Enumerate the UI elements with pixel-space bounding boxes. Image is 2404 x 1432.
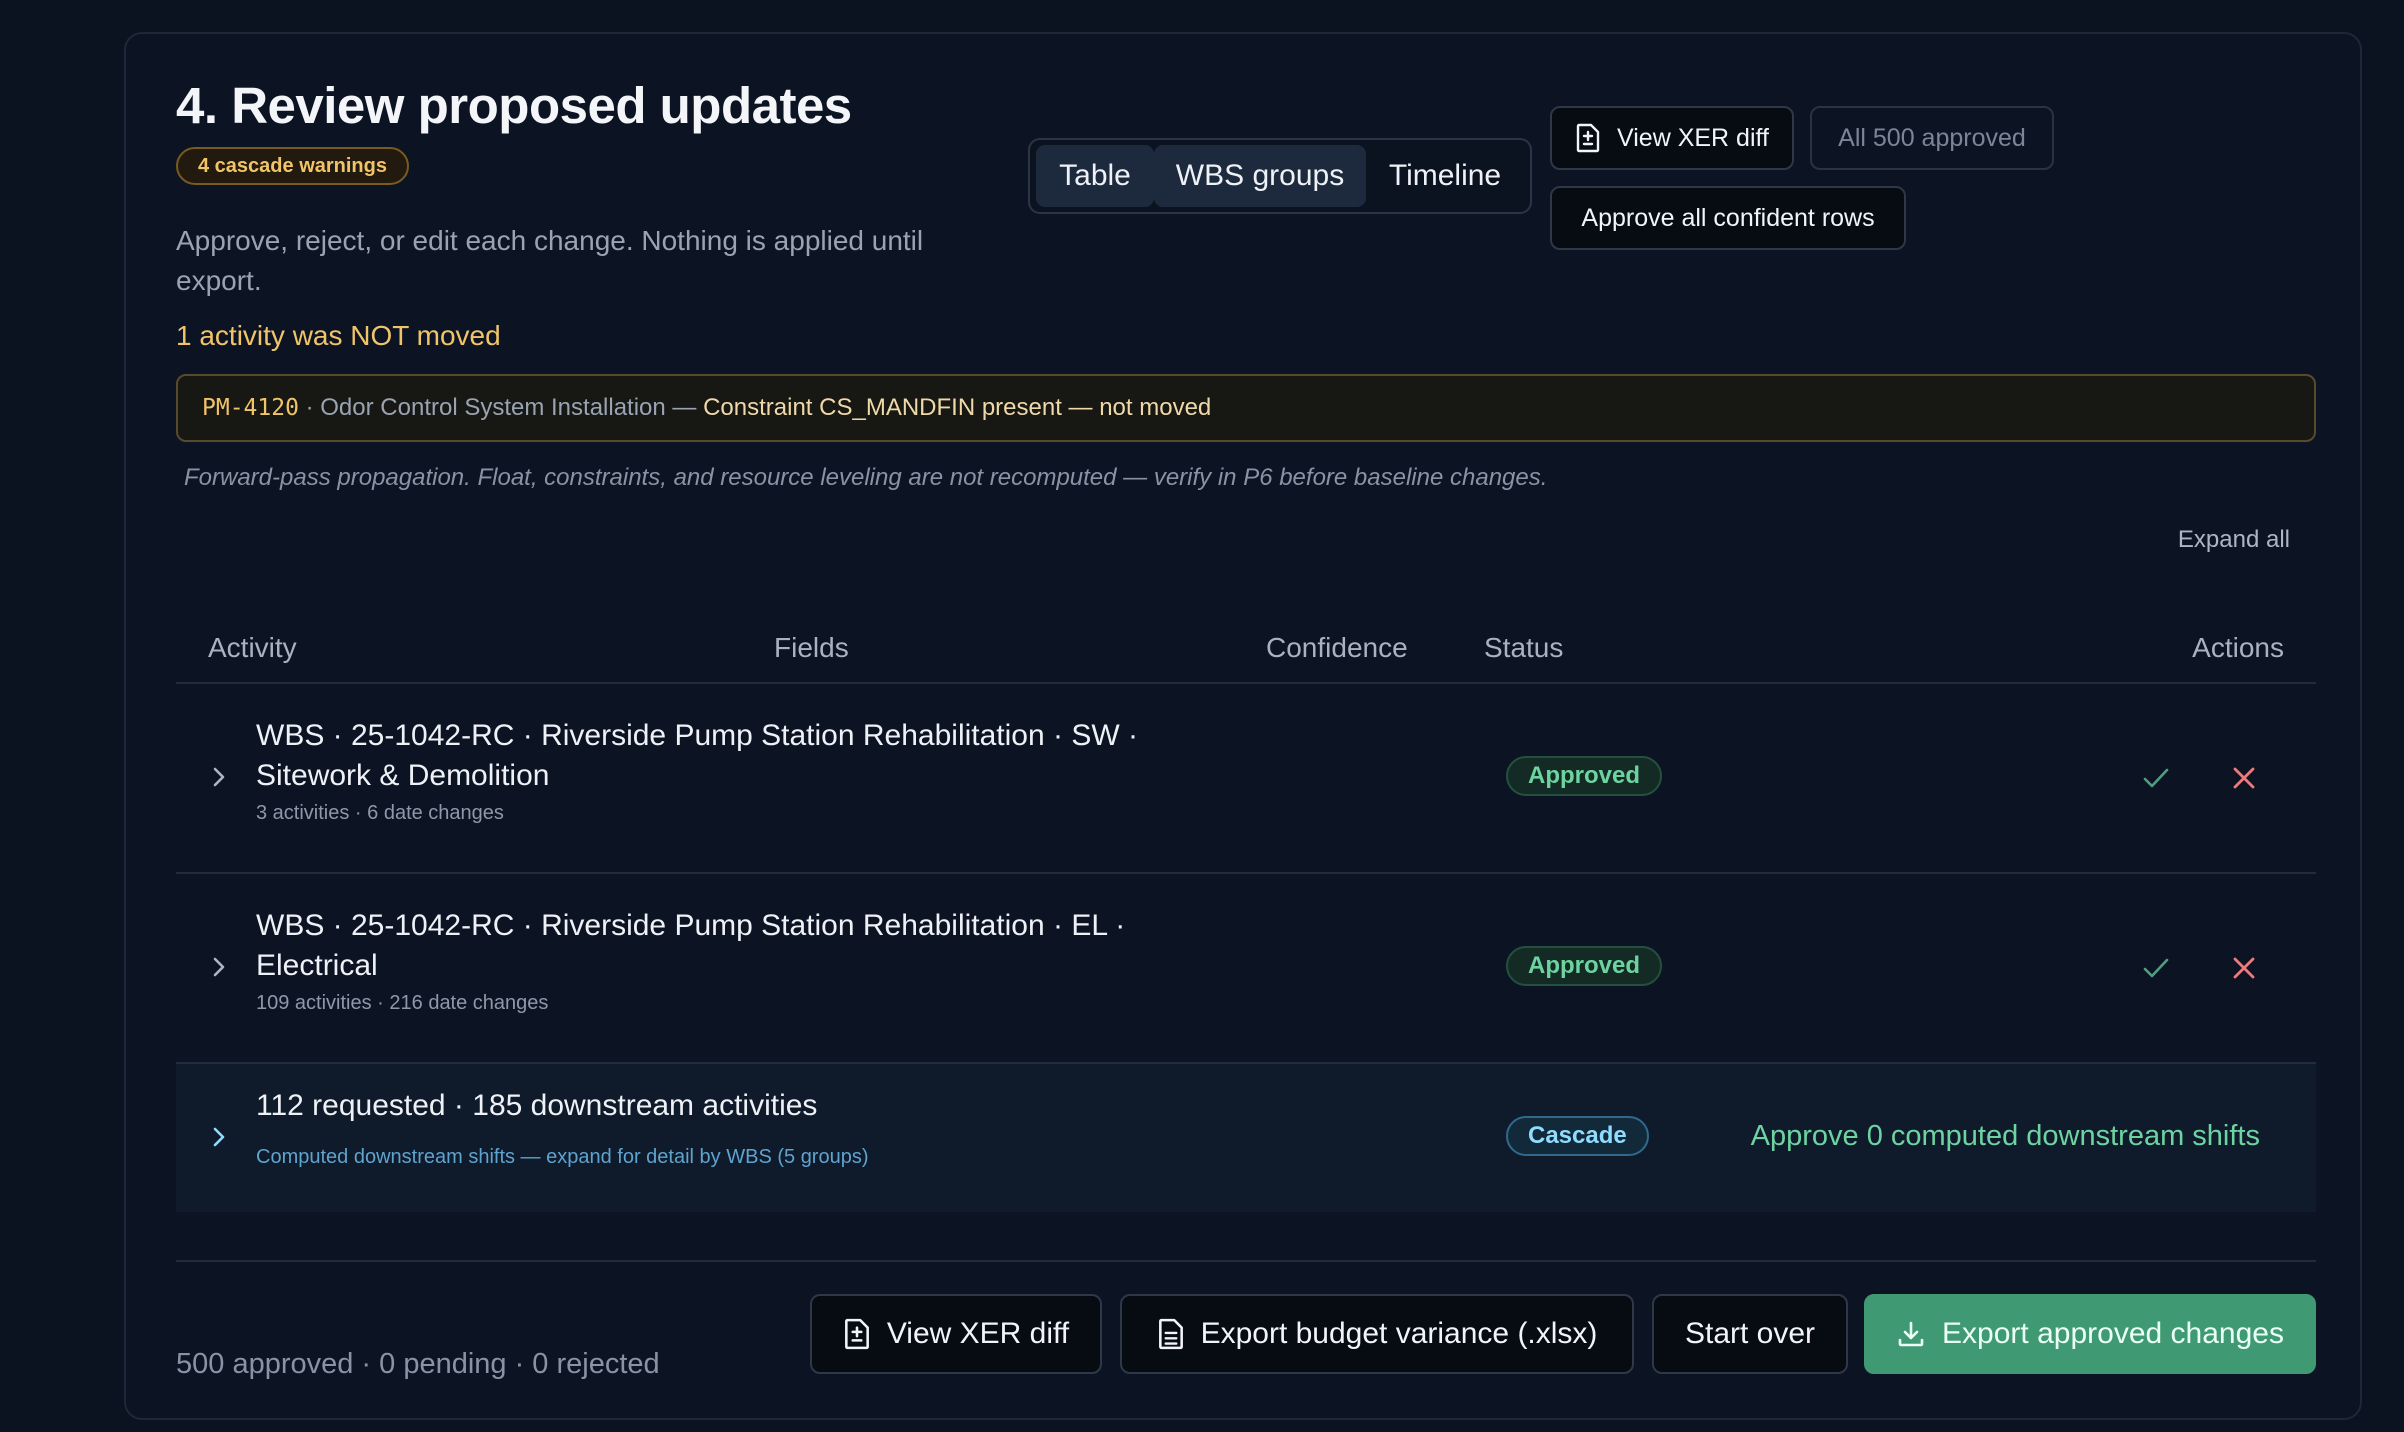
- approval-summary: 500 approved · 0 pending · 0 rejected: [176, 1348, 660, 1380]
- approve-check-icon[interactable]: [2140, 952, 2172, 984]
- column-header-status: Status: [1484, 632, 1564, 663]
- footer-view-xer-diff-button[interactable]: View XER diff: [810, 1294, 1102, 1374]
- row-meta: 3 activities · 6 date changes: [256, 802, 504, 824]
- view-xer-diff-button[interactable]: View XER diff: [1550, 106, 1794, 170]
- export-budget-variance-button[interactable]: Export budget variance (.xlsx): [1120, 1294, 1634, 1374]
- reject-x-icon[interactable]: [2228, 762, 2260, 794]
- column-header-actions: Actions: [2192, 632, 2284, 663]
- cascade-warning-badge[interactable]: 4 cascade warnings: [176, 147, 409, 185]
- footer-view-xer-diff-label: View XER diff: [886, 1317, 1070, 1350]
- view-switcher: Table WBS groups Timeline: [1028, 138, 1532, 214]
- approve-downstream-shifts-link[interactable]: Approve 0 computed downstream shifts: [1751, 1120, 2260, 1153]
- separator: ·: [298, 394, 321, 421]
- row-meta: 109 activities · 216 date changes: [256, 992, 549, 1014]
- expand-all-link[interactable]: Expand all: [2178, 526, 2290, 554]
- column-header-confidence: Confidence: [1266, 632, 1408, 663]
- approve-confident-rows-button[interactable]: Approve all confident rows: [1550, 186, 1906, 250]
- not-moved-heading: 1 activity was NOT moved: [176, 320, 501, 351]
- row-title: WBS · 25-1042-RC · Riverside Pump Statio…: [256, 719, 1138, 792]
- file-diff-icon: [844, 1318, 869, 1350]
- view-xer-diff-label: View XER diff: [1617, 123, 1769, 152]
- propagation-note: Forward-pass propagation. Float, constra…: [184, 464, 1548, 491]
- download-icon: [1898, 1321, 1924, 1347]
- export-approved-changes-label: Export approved changes: [1942, 1317, 2284, 1350]
- table-row[interactable]: WBS · 25-1042-RC · Riverside Pump Statio…: [176, 874, 2316, 1062]
- start-over-button[interactable]: Start over: [1652, 1294, 1848, 1374]
- review-card: 4. Review proposed updates 4 cascade war…: [124, 32, 2362, 1420]
- activity-code: PM-4120: [202, 395, 299, 421]
- page-title: 4. Review proposed updates: [176, 77, 852, 134]
- cascade-meta: Computed downstream shifts — expand for …: [256, 1146, 869, 1168]
- activity-name: Odor Control System Installation —: [320, 394, 704, 421]
- not-moved-reason: Constraint CS_MANDFIN present — not move…: [703, 394, 1212, 421]
- table-row[interactable]: WBS · 25-1042-RC · Riverside Pump Statio…: [176, 684, 2316, 872]
- column-header-activity: Activity: [208, 632, 297, 663]
- cascade-title: 112 requested · 185 downstream activitie…: [256, 1089, 818, 1122]
- status-badge: Approved: [1506, 756, 1663, 796]
- file-diff-icon: [1576, 123, 1600, 153]
- tab-wbs-groups[interactable]: WBS groups: [1154, 145, 1366, 207]
- tab-timeline[interactable]: Timeline: [1366, 145, 1524, 207]
- tab-table[interactable]: Table: [1036, 145, 1154, 207]
- page-subtitle: Approve, reject, or edit each change. No…: [176, 225, 924, 296]
- status-badge: Approved: [1506, 946, 1663, 986]
- spreadsheet-file-icon: [1158, 1318, 1183, 1350]
- row-title: WBS · 25-1042-RC · Riverside Pump Statio…: [256, 909, 1126, 982]
- export-approved-changes-button[interactable]: Export approved changes: [1864, 1294, 2316, 1374]
- export-budget-variance-label: Export budget variance (.xlsx): [1200, 1317, 1598, 1350]
- all-approved-button[interactable]: All 500 approved: [1810, 106, 2054, 170]
- reject-x-icon[interactable]: [2228, 952, 2260, 984]
- chevron-right-icon[interactable]: [210, 1124, 228, 1150]
- not-moved-item: PM-4120 · Odor Control System Installati…: [176, 374, 2316, 442]
- approve-check-icon[interactable]: [2140, 762, 2172, 794]
- chevron-right-icon[interactable]: [210, 764, 228, 790]
- footer-divider: [176, 1260, 2316, 1262]
- column-header-fields: Fields: [774, 632, 849, 663]
- cascade-badge: Cascade: [1506, 1116, 1649, 1156]
- chevron-right-icon[interactable]: [210, 954, 228, 980]
- cascade-row[interactable]: 112 requested · 185 downstream activitie…: [176, 1064, 2316, 1212]
